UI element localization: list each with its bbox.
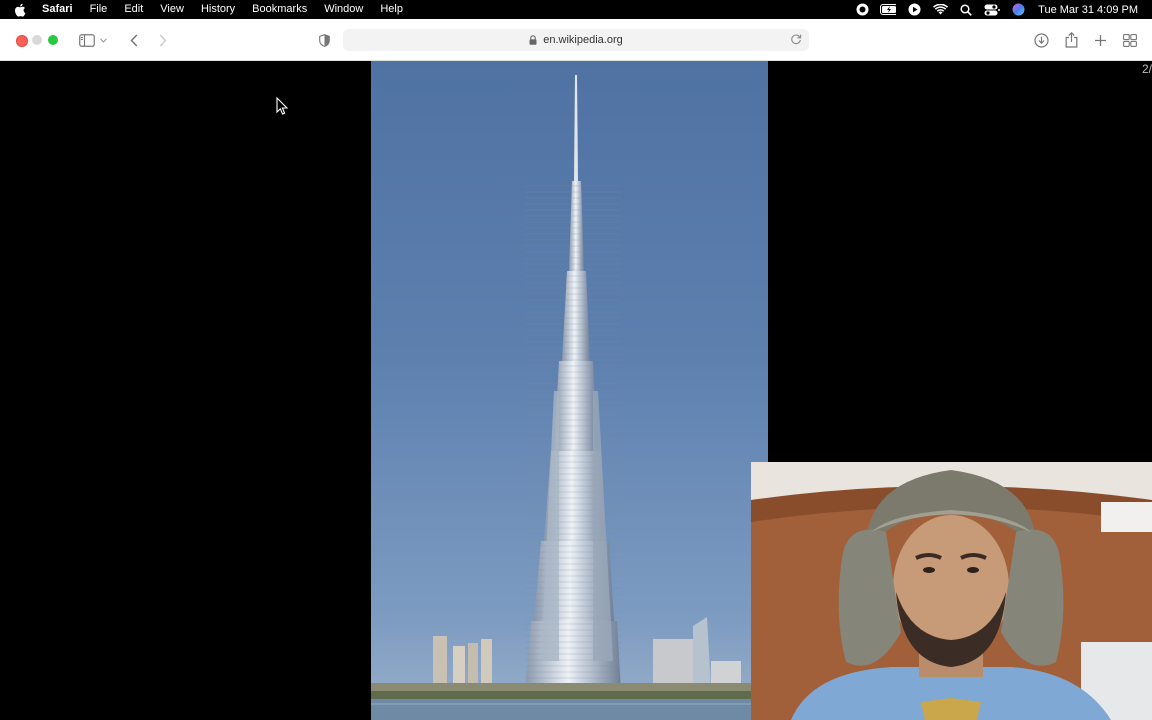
reload-icon[interactable] (790, 33, 803, 46)
new-tab-icon[interactable] (1091, 31, 1109, 49)
media-viewer-image[interactable] (371, 61, 768, 720)
browser-toolbar: en.wikipedia.org (0, 19, 1152, 61)
menu-bar-clock[interactable]: Tue Mar 31 4:09 PM (1038, 4, 1138, 16)
battery-icon[interactable] (880, 3, 897, 17)
menu-window[interactable]: Window (324, 0, 363, 19)
back-button[interactable] (125, 31, 143, 49)
apple-menu-icon[interactable] (14, 3, 28, 17)
downloads-icon[interactable] (1032, 31, 1050, 49)
siri-icon[interactable] (1010, 3, 1026, 17)
window-close-button[interactable] (16, 35, 28, 47)
menu-history[interactable]: History (201, 0, 235, 19)
menu-app-safari[interactable]: Safari (42, 0, 73, 19)
spotlight-search-icon[interactable] (958, 3, 974, 17)
menu-view[interactable]: View (160, 0, 184, 19)
webcam-overlay[interactable] (751, 462, 1152, 720)
menu-bookmarks[interactable]: Bookmarks (252, 0, 307, 19)
share-icon[interactable] (1062, 31, 1080, 49)
menu-edit[interactable]: Edit (124, 0, 143, 19)
window-minimize-button[interactable] (32, 35, 42, 45)
forward-button[interactable] (154, 31, 172, 49)
lock-icon (529, 35, 538, 45)
url-text: en.wikipedia.org (543, 34, 623, 46)
record-icon[interactable] (854, 3, 870, 17)
window-maximize-button[interactable] (48, 35, 58, 45)
menu-file[interactable]: File (90, 0, 108, 19)
wifi-icon[interactable] (932, 3, 948, 17)
sidebar-toggle-icon[interactable] (78, 31, 96, 49)
chevron-down-icon[interactable] (98, 31, 108, 49)
privacy-shield-icon[interactable] (315, 31, 333, 49)
mouse-cursor-icon (276, 96, 289, 115)
image-counter: 2/ (1141, 62, 1152, 76)
address-bar[interactable]: en.wikipedia.org (343, 29, 809, 51)
control-center-icon[interactable] (984, 3, 1001, 17)
tab-overview-icon[interactable] (1121, 31, 1139, 49)
menu-help[interactable]: Help (380, 0, 403, 19)
menu-bar: Safari File Edit View History Bookmarks … (0, 0, 1152, 19)
play-icon[interactable] (906, 3, 922, 17)
